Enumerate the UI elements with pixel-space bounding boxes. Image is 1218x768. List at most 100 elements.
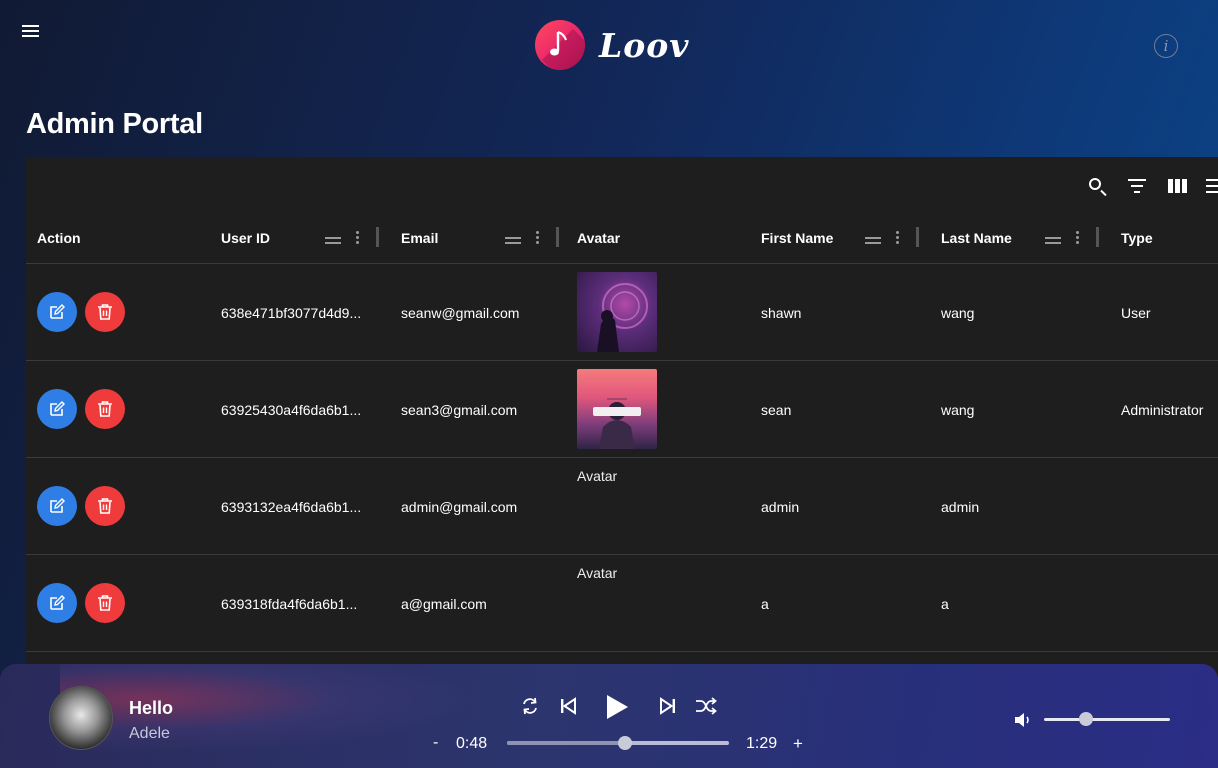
volume-thumb[interactable] — [1078, 712, 1093, 726]
column-header-type[interactable]: Type — [1110, 213, 1218, 264]
edit-button[interactable] — [37, 292, 77, 332]
column-divider[interactable] — [1096, 227, 1099, 247]
trash-icon — [98, 304, 112, 320]
action-cell — [26, 555, 210, 652]
player-glow — [60, 664, 480, 754]
avatar-cell — [577, 361, 697, 458]
drag-handle-icon[interactable] — [505, 237, 521, 247]
next-icon[interactable] — [656, 694, 680, 718]
drag-handle-icon[interactable] — [325, 237, 341, 247]
seek-back-button[interactable]: - — [433, 734, 438, 752]
album-cover[interactable] — [49, 686, 113, 750]
edit-icon — [50, 498, 65, 513]
column-label: Type — [1121, 230, 1153, 246]
action-cell — [26, 264, 210, 361]
drag-handle-icon[interactable] — [1045, 237, 1061, 247]
delete-button[interactable] — [85, 486, 125, 526]
column-header-action[interactable]: Action — [26, 213, 210, 264]
first-name: shawn — [761, 305, 802, 321]
avatar — [577, 272, 657, 352]
columns-icon[interactable] — [1166, 175, 1188, 197]
drag-handle-icon[interactable] — [865, 237, 881, 247]
last-name: wang — [941, 402, 975, 418]
music-player: Hello Adele - 0:48 1:29 + — [0, 664, 1218, 768]
song-title: Hello — [129, 698, 174, 718]
column-divider[interactable] — [376, 227, 379, 247]
seek-thumb[interactable] — [617, 736, 632, 750]
seek-forward-button[interactable]: + — [793, 734, 803, 754]
column-menu-icon[interactable] — [895, 231, 899, 244]
delete-button[interactable] — [85, 389, 125, 429]
last-name: admin — [941, 499, 980, 515]
user-id: 639318fda4f6da6b1... — [221, 596, 358, 612]
column-divider[interactable] — [556, 227, 559, 247]
table-row[interactable]: 63925430a4f6da6b1... sean3@gmail.com sea… — [26, 361, 1218, 458]
table-row[interactable]: 6393132ea4f6da6b1... admin@gmail.com Ava… — [26, 458, 1218, 555]
column-menu-icon[interactable] — [355, 231, 359, 244]
info-icon[interactable]: i — [1154, 34, 1178, 58]
delete-button[interactable] — [85, 292, 125, 332]
user-id: 63925430a4f6da6b1... — [221, 402, 362, 418]
column-menu-icon[interactable] — [535, 231, 539, 244]
email: a@gmail.com — [401, 596, 487, 612]
first-name: a — [761, 596, 769, 612]
user-type: User — [1121, 305, 1151, 321]
trash-icon — [98, 595, 112, 611]
trash-icon — [98, 401, 112, 417]
column-header-email[interactable]: Email — [390, 213, 566, 264]
table-toolbar — [26, 157, 1218, 213]
users-table: Action User ID Email Avatar First Name L… — [26, 157, 1218, 677]
email: sean3@gmail.com — [401, 402, 518, 418]
column-label: Last Name — [941, 230, 1012, 246]
brand[interactable]: Loov — [535, 20, 689, 70]
search-icon[interactable] — [1086, 175, 1108, 197]
edit-button[interactable] — [37, 583, 77, 623]
first-name: admin — [761, 499, 800, 515]
page-title: Admin Portal — [26, 108, 203, 140]
avatar-broken-image: Avatar — [577, 565, 618, 581]
edit-icon — [50, 401, 65, 416]
column-label: Email — [401, 230, 439, 246]
table-row[interactable]: 639318fda4f6da6b1... a@gmail.com Avatar … — [26, 555, 1218, 652]
last-name: a — [941, 596, 949, 612]
seek-slider[interactable] — [507, 736, 729, 750]
total-time: 1:29 — [746, 735, 778, 752]
user-id: 638e471bf3077d4d9... — [221, 305, 362, 321]
table-row[interactable]: 638e471bf3077d4d9... seanw@gmail.com sha… — [26, 264, 1218, 361]
column-divider[interactable] — [916, 227, 919, 247]
column-label: First Name — [761, 230, 834, 246]
column-header-first-name[interactable]: First Name — [750, 213, 930, 264]
avatar-cell: Avatar — [577, 458, 697, 555]
filter-icon[interactable] — [1126, 175, 1148, 197]
shuffle-icon[interactable] — [694, 694, 718, 718]
repeat-icon[interactable] — [518, 694, 542, 718]
play-icon[interactable] — [600, 691, 634, 723]
delete-button[interactable] — [85, 583, 125, 623]
column-label: Action — [37, 230, 81, 246]
email: admin@gmail.com — [401, 499, 518, 515]
column-label: User ID — [221, 230, 271, 246]
avatar — [577, 369, 657, 449]
last-name: wang — [941, 305, 975, 321]
column-header-avatar[interactable]: Avatar — [566, 213, 750, 264]
column-header-user-id[interactable]: User ID — [210, 213, 390, 264]
edit-button[interactable] — [37, 389, 77, 429]
avatar-broken-image: Avatar — [577, 468, 618, 484]
edit-button[interactable] — [37, 486, 77, 526]
current-time: 0:48 — [456, 735, 488, 752]
menu-icon[interactable] — [22, 22, 44, 44]
density-icon[interactable] — [1206, 175, 1218, 197]
top-bar: Loov i — [0, 0, 1218, 96]
email: seanw@gmail.com — [401, 305, 520, 321]
volume-slider[interactable] — [1044, 712, 1170, 726]
edit-icon — [50, 595, 65, 610]
volume-icon[interactable] — [1014, 712, 1032, 728]
previous-icon[interactable] — [556, 694, 580, 718]
column-label: Avatar — [577, 230, 621, 246]
action-cell — [26, 361, 210, 458]
column-header-last-name[interactable]: Last Name — [930, 213, 1110, 264]
column-menu-icon[interactable] — [1075, 231, 1079, 244]
music-note-icon — [535, 20, 585, 70]
user-type: Administrator — [1121, 402, 1204, 418]
brand-name: Loov — [599, 25, 690, 65]
